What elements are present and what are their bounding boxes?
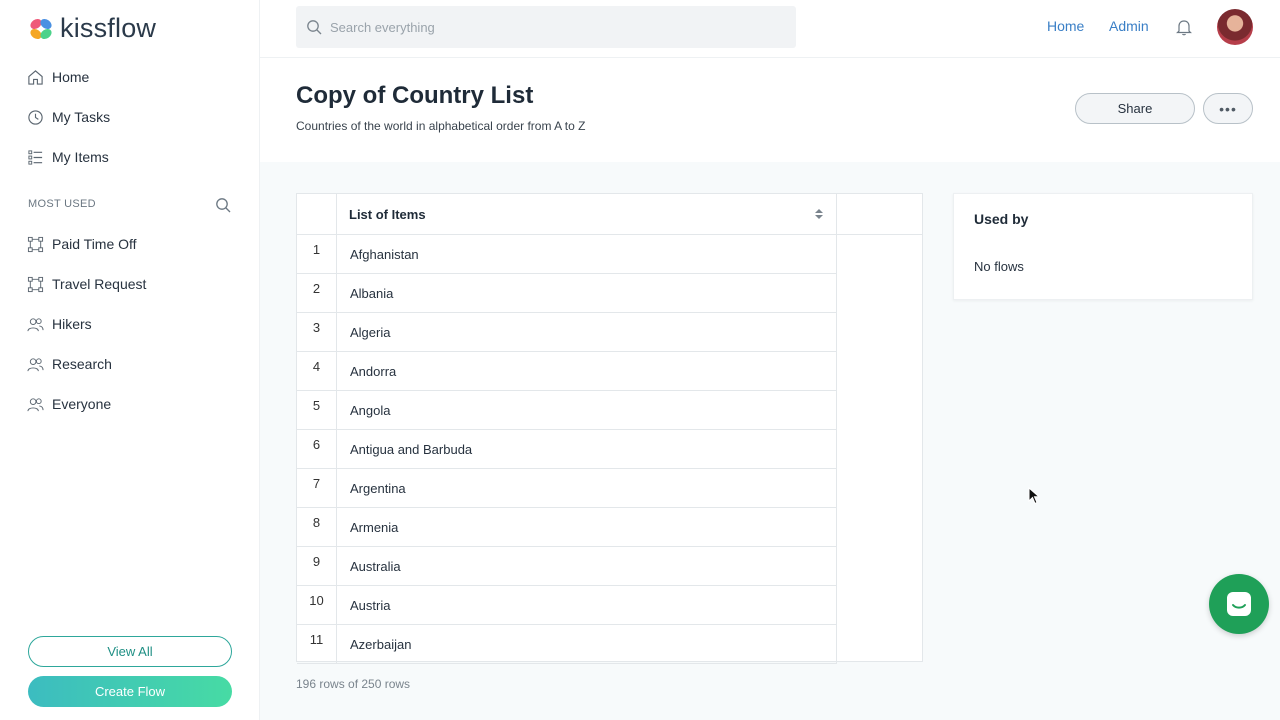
row-index: 4 bbox=[297, 352, 337, 390]
sidebar-item-label: Paid Time Off bbox=[52, 236, 137, 252]
top-link-home[interactable]: Home bbox=[1047, 18, 1084, 34]
table-row[interactable]: 2 Albania bbox=[297, 274, 837, 313]
used-by-card: Used by No flows bbox=[953, 193, 1253, 300]
row-value[interactable]: Azerbaijan bbox=[337, 625, 837, 663]
mouse-cursor-icon bbox=[1028, 487, 1040, 505]
row-value[interactable]: Algeria bbox=[337, 313, 837, 351]
group-icon bbox=[27, 357, 44, 371]
most-used-label: MOST USED bbox=[28, 198, 96, 210]
share-button[interactable]: Share bbox=[1075, 93, 1195, 124]
list-of-items-column-header[interactable]: List of Items bbox=[337, 194, 837, 234]
nav-my-items[interactable]: My Items bbox=[27, 146, 109, 168]
row-value[interactable]: Antigua and Barbuda bbox=[337, 430, 837, 468]
row-index: 9 bbox=[297, 547, 337, 585]
row-index: 6 bbox=[297, 430, 337, 468]
row-index: 1 bbox=[297, 235, 337, 273]
table-row[interactable]: 5 Angola bbox=[297, 391, 837, 430]
used-by-title: Used by bbox=[974, 211, 1029, 227]
sidebar-item-everyone[interactable]: Everyone bbox=[27, 393, 111, 415]
view-all-button[interactable]: View All bbox=[28, 636, 232, 667]
row-index: 7 bbox=[297, 469, 337, 507]
row-value[interactable]: Argentina bbox=[337, 469, 837, 507]
row-index: 3 bbox=[297, 313, 337, 351]
row-value[interactable]: Andorra bbox=[337, 352, 837, 390]
table-row[interactable]: 3 Algeria bbox=[297, 313, 837, 352]
index-column-header bbox=[297, 194, 337, 234]
row-index: 5 bbox=[297, 391, 337, 429]
page-header: Copy of Country List Countries of the wo… bbox=[260, 58, 1280, 162]
table-row[interactable]: 11 Azerbaijan bbox=[297, 625, 837, 664]
avatar[interactable] bbox=[1217, 9, 1253, 45]
table-row[interactable]: 4 Andorra bbox=[297, 352, 837, 391]
group-icon bbox=[27, 397, 44, 411]
sidebar-item-label: Everyone bbox=[52, 396, 112, 412]
row-value[interactable]: Albania bbox=[337, 274, 837, 312]
nav-my-tasks-label: My Tasks bbox=[52, 109, 111, 125]
table-header: List of Items bbox=[297, 194, 922, 235]
row-value[interactable]: Angola bbox=[337, 391, 837, 429]
search-input[interactable] bbox=[330, 19, 770, 35]
row-index: 2 bbox=[297, 274, 337, 312]
topbar: Home Admin bbox=[260, 0, 1280, 58]
row-value[interactable]: Afghanistan bbox=[337, 235, 837, 273]
flow-icon bbox=[27, 276, 44, 292]
table-row[interactable]: 1 Afghanistan bbox=[297, 235, 837, 274]
top-link-admin[interactable]: Admin bbox=[1109, 18, 1149, 34]
sort-icon[interactable] bbox=[814, 208, 824, 220]
row-index: 8 bbox=[297, 508, 337, 546]
row-value[interactable]: Australia bbox=[337, 547, 837, 585]
table-row[interactable]: 8 Armenia bbox=[297, 508, 837, 547]
global-search[interactable] bbox=[296, 6, 796, 48]
sidebar-item-label: Research bbox=[52, 356, 112, 372]
nav-home-label: Home bbox=[52, 69, 90, 85]
nav-home[interactable]: Home bbox=[27, 66, 89, 88]
sidebar-item-label: Travel Request bbox=[52, 276, 147, 292]
list-icon bbox=[28, 149, 43, 165]
more-options-button[interactable]: ••• bbox=[1203, 93, 1253, 124]
row-value[interactable]: Armenia bbox=[337, 508, 837, 546]
kissflow-logo[interactable]: kissflow bbox=[28, 13, 156, 44]
search-icon[interactable] bbox=[215, 197, 231, 213]
row-value[interactable]: Austria bbox=[337, 586, 837, 624]
add-column-header[interactable] bbox=[837, 194, 922, 234]
table-body: 1 Afghanistan 2 Albania 3 Algeria 4 Andorra … bbox=[297, 235, 837, 664]
table-row[interactable]: 10 Austria bbox=[297, 586, 837, 625]
sidebar-item-travel-request[interactable]: Travel Request bbox=[27, 273, 146, 295]
kissflow-butterfly-icon bbox=[30, 18, 52, 39]
row-index: 10 bbox=[297, 586, 337, 624]
items-table: List of Items 1 Afghanistan 2 Albania 3 Alg… bbox=[296, 193, 923, 664]
row-count: 196 rows of 250 rows bbox=[296, 677, 411, 691]
row-index: 11 bbox=[297, 625, 337, 663]
nav-my-tasks[interactable]: My Tasks bbox=[27, 106, 110, 128]
flow-icon bbox=[27, 236, 44, 252]
sidebar-item-label: Hikers bbox=[52, 316, 92, 332]
page-description: Countries of the world in alphabetical o… bbox=[296, 119, 586, 133]
nav-my-items-label: My Items bbox=[52, 149, 109, 165]
page-title: Copy of Country List bbox=[296, 82, 534, 109]
column-header-label: List of Items bbox=[349, 206, 426, 222]
home-icon bbox=[28, 69, 43, 85]
clock-icon bbox=[28, 109, 43, 125]
create-flow-button[interactable]: Create Flow bbox=[28, 676, 232, 707]
search-icon bbox=[307, 20, 322, 35]
table-row[interactable]: 6 Antigua and Barbuda bbox=[297, 430, 837, 469]
logo-text: kissflow bbox=[60, 13, 157, 43]
used-by-text: No flows bbox=[974, 259, 1024, 274]
group-icon bbox=[27, 317, 44, 331]
table-row[interactable]: 7 Argentina bbox=[297, 469, 837, 508]
chat-icon bbox=[1227, 592, 1251, 616]
chat-launcher-button[interactable] bbox=[1209, 574, 1269, 634]
sidebar: kissflow Home My Tasks My Items MOST USE… bbox=[0, 0, 260, 720]
sidebar-item-research[interactable]: Research bbox=[27, 353, 112, 375]
sidebar-item-paid-time-off[interactable]: Paid Time Off bbox=[27, 233, 137, 255]
bell-icon[interactable] bbox=[1175, 18, 1193, 36]
table-row[interactable]: 9 Australia bbox=[297, 547, 837, 586]
sidebar-item-hikers[interactable]: Hikers bbox=[27, 313, 92, 335]
